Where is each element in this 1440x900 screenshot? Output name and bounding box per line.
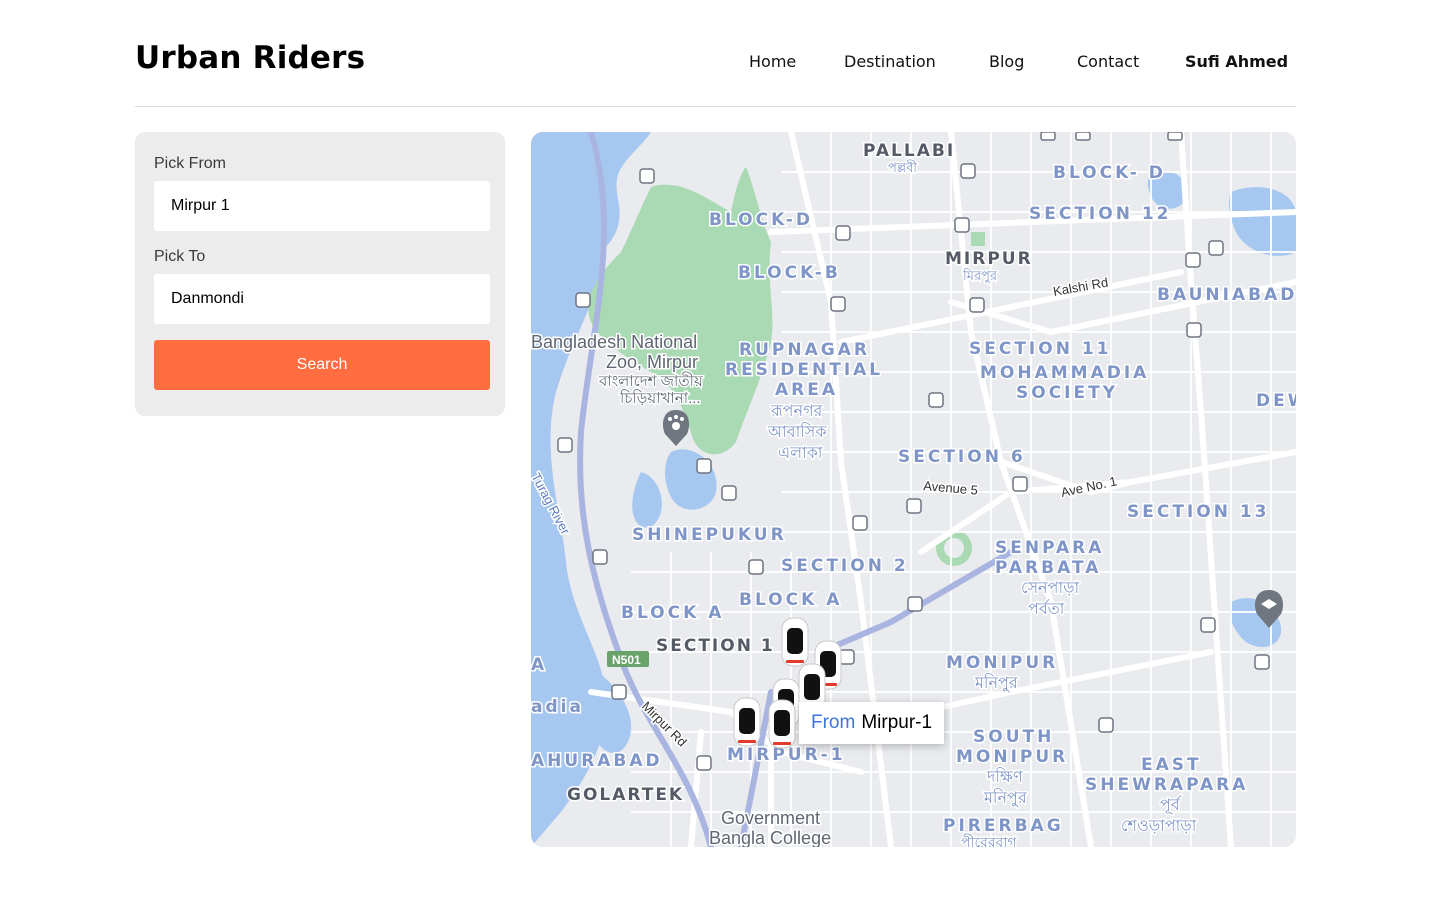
map-label-section-2: SECTION 2 [781,556,909,576]
map-label-mohammadia-1: MOHAMMADIA [980,363,1149,383]
pick-to-input[interactable] [154,274,490,324]
pickup-tooltip: From Mirpur-1 [799,702,945,744]
map-label-south-monipur-bn-1: দক্ষিণ [986,767,1023,786]
poi-college-1: Government [721,808,820,828]
map-label-block-b: BLOCK-B [738,263,841,283]
car-icon [781,617,809,667]
stadium-field [944,538,964,558]
map-label-shinepukur: SHINEPUKUR [632,525,787,545]
poi-zoo-2: Zoo, Mirpur [606,352,698,372]
map-label-mirpur: MIRPUR [945,249,1033,269]
header-divider [135,106,1296,107]
map-label-monipur-bn: মনিপুর [974,673,1019,692]
tooltip-from-label: From [811,712,856,733]
poi-zoo-bn-1: বাংলাদেশ জাতীয় [598,372,704,390]
map-label-east-shewrapara-1: EAST [1141,755,1202,775]
map-label-south-monipur-bn-2: মনিপুর [983,788,1028,807]
map-label-mohammadia-2: SOCIETY [1016,383,1118,403]
map-label-rupnagar-2: RESIDENTIAL [725,360,883,380]
map-label-senpara-bn-1: সেনপাড়া [1021,578,1080,597]
car-icon [768,699,796,749]
map-label-senpara-1: SENPARA [995,538,1104,558]
map-label-pirerbag-bn: পীরেরবাগ [961,834,1017,847]
map-label-section-11: SECTION 11 [969,339,1112,359]
map-label-east-shewrapara-bn-2: শেওড়াপাড়া [1121,816,1197,835]
map-label-pirerbag: PIRERBAG [943,816,1064,836]
map-label-rupnagar-3: AREA [775,380,838,400]
map-label-bauniabad: BAUNIABAD [1157,285,1296,305]
map-label-mirpur-bn: মিরপুর [962,268,998,284]
user-name-link[interactable]: Sufi Ahmed [1185,52,1288,71]
map-label-ahurabad: AHURABAD [531,751,663,771]
search-button[interactable]: Search [154,340,490,390]
map-label-block-d-top: BLOCK- D [1053,163,1166,183]
map-label-south-monipur-1: SOUTH [973,727,1054,747]
map-label-block-a: BLOCK A [739,590,842,610]
n501-label: N501 [612,653,641,667]
nav-contact-link[interactable]: Contact [1077,52,1139,71]
map-label-pallabi-bn: পল্লবী [888,160,917,176]
poi-zoo-1: Bangladesh National [531,332,697,352]
map-label-rupnagar-bn-3: এলাকা [778,443,823,462]
map-label-pallabi: PALLABI [863,141,955,161]
pick-to-label: Pick To [154,248,206,265]
nav-destination-link[interactable]: Destination [844,52,936,71]
pick-from-input[interactable] [154,181,490,231]
poi-zoo-bn-2: চিড়িয়াখানা... [619,389,701,407]
map-label-south-monipur-2: MONIPUR [956,747,1068,767]
map-label-section-6: SECTION 6 [898,447,1026,467]
map-label-rupnagar-1: RUPNAGAR [739,340,870,360]
map-label-senpara-2: PARBATA [995,558,1101,578]
car-icon [733,697,761,747]
tooltip-place-label: Mirpur-1 [861,712,933,733]
map-label-rupnagar-bn-1: রূপনগর [770,401,824,420]
nav-home-link[interactable]: Home [749,52,796,71]
map-label-senpara-bn-2: পর্বতা [1028,599,1065,618]
map-label-block-a-left: BLOCK A [621,603,724,623]
pick-from-label: Pick From [154,155,226,172]
map-label-east-shewrapara-bn-1: পূর্ব [1160,795,1182,815]
site-header: Urban Riders Home Destination Blog Conta… [135,36,1296,86]
map-label-dew: DEW [1256,391,1296,411]
map-label-monipur: MONIPUR [946,653,1058,673]
map-label-east-shewrapara-2: SHEWRAPARA [1085,775,1248,795]
map-label-a-left: A [531,655,547,675]
site-logo[interactable]: Urban Riders [135,40,365,76]
map-label-dia-left: adia [531,697,584,717]
search-panel: Pick From Pick To Search [135,132,505,416]
map-label-block-d: BLOCK-D [709,210,813,230]
map-label-golartek: GOLARTEK [567,785,684,805]
map-label-rupnagar-bn-2: আবাসিক [767,422,827,441]
map-label-section-13: SECTION 13 [1127,502,1270,522]
map-view[interactable]: PALLABI পল্লবী BLOCK- D BLOCK-D SECTION … [531,132,1296,847]
nav-blog-link[interactable]: Blog [989,52,1024,71]
map-label-section-12: SECTION 12 [1029,204,1172,224]
poi-college-2: Bangla College [709,828,831,847]
map-label-section-1: SECTION 1 [656,636,775,656]
